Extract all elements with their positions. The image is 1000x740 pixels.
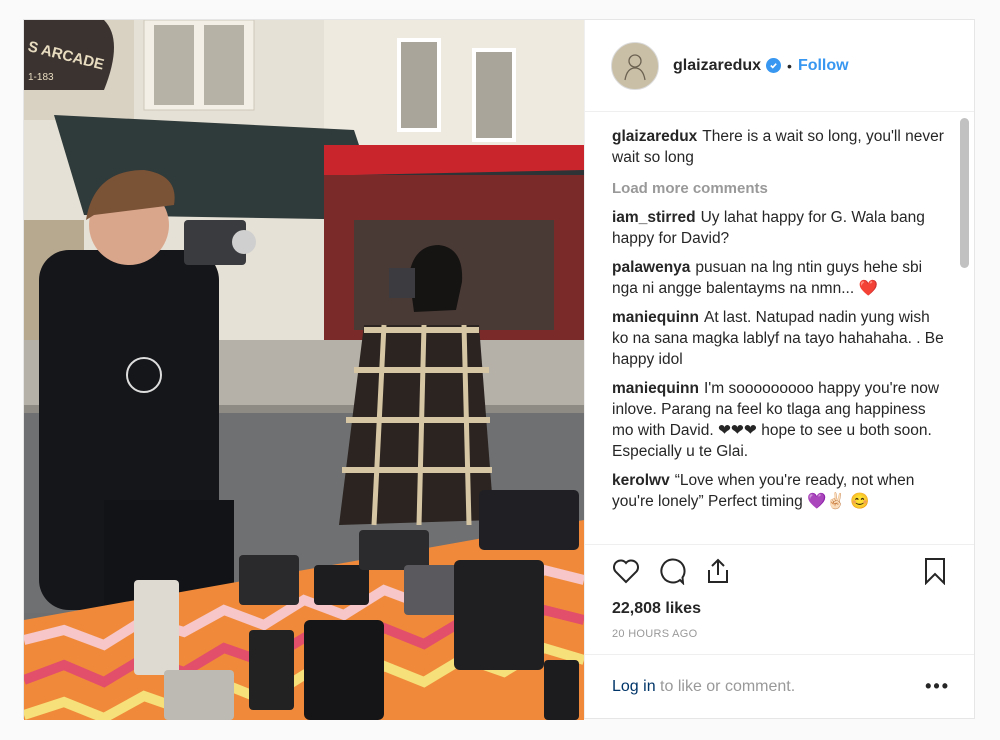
login-prompt-text: to like or comment. bbox=[655, 677, 796, 695]
heart-icon[interactable] bbox=[611, 556, 641, 586]
shop-sign-number: 1-183 bbox=[28, 72, 54, 83]
share-icon[interactable] bbox=[703, 556, 733, 586]
likes-count[interactable]: 22,808 likes bbox=[585, 596, 974, 618]
verified-icon bbox=[766, 58, 782, 73]
instagram-post: S ARCADE 1-183 glaizaredux • Follow glai… bbox=[23, 19, 975, 720]
comment-username[interactable]: maniequinn bbox=[612, 309, 699, 326]
comment-username[interactable]: maniequinn bbox=[612, 380, 699, 397]
comment-item: kerolwv “Love when you're ready, not when… bbox=[612, 470, 950, 512]
avatar-sketch-icon bbox=[624, 53, 646, 80]
post-photo[interactable]: S ARCADE 1-183 bbox=[24, 20, 584, 720]
caption-username[interactable]: glaizaredux bbox=[612, 128, 697, 145]
load-more-comments-button[interactable]: Load more comments bbox=[612, 180, 950, 197]
comment-username[interactable]: kerolwv bbox=[612, 472, 670, 489]
comment-item: maniequinn I'm sooooooooo happy you're no… bbox=[612, 378, 950, 462]
comment-item: iam_stirred Uy lahat happy for G. Wala ba… bbox=[612, 207, 950, 249]
bookmark-icon[interactable] bbox=[920, 556, 950, 586]
post-username[interactable]: glaizaredux bbox=[673, 57, 761, 75]
comments-section[interactable]: glaizaredux There is a wait so long, you'… bbox=[585, 112, 974, 544]
comment-footer: Log in to like or comment. ••• bbox=[585, 654, 974, 718]
post-sidebar: glaizaredux • Follow glaizaredux There is… bbox=[584, 20, 974, 718]
avatar[interactable] bbox=[611, 41, 659, 90]
login-link[interactable]: Log in bbox=[612, 678, 656, 696]
follow-button[interactable]: Follow bbox=[798, 57, 849, 75]
post-header: glaizaredux • Follow bbox=[585, 20, 974, 112]
post-timestamp[interactable]: 20 HOURS AGO bbox=[585, 618, 974, 654]
comments-scrollbar[interactable] bbox=[960, 118, 969, 268]
post-photo-illustration: S ARCADE 1-183 bbox=[24, 20, 584, 720]
comment-username[interactable]: palawenya bbox=[612, 259, 690, 276]
comment-item: maniequinn At last. Natupad nadin yung wi… bbox=[612, 307, 950, 370]
comment-username[interactable]: iam_stirred bbox=[612, 209, 696, 226]
separator-dot: • bbox=[787, 57, 792, 74]
comment-item: palawenya pusuan na lng ntin guys hehe sb… bbox=[612, 257, 950, 299]
more-options-button[interactable]: ••• bbox=[925, 676, 950, 697]
post-caption: glaizaredux There is a wait so long, you'… bbox=[612, 126, 950, 168]
action-bar bbox=[585, 544, 974, 596]
comment-icon[interactable] bbox=[657, 556, 687, 586]
